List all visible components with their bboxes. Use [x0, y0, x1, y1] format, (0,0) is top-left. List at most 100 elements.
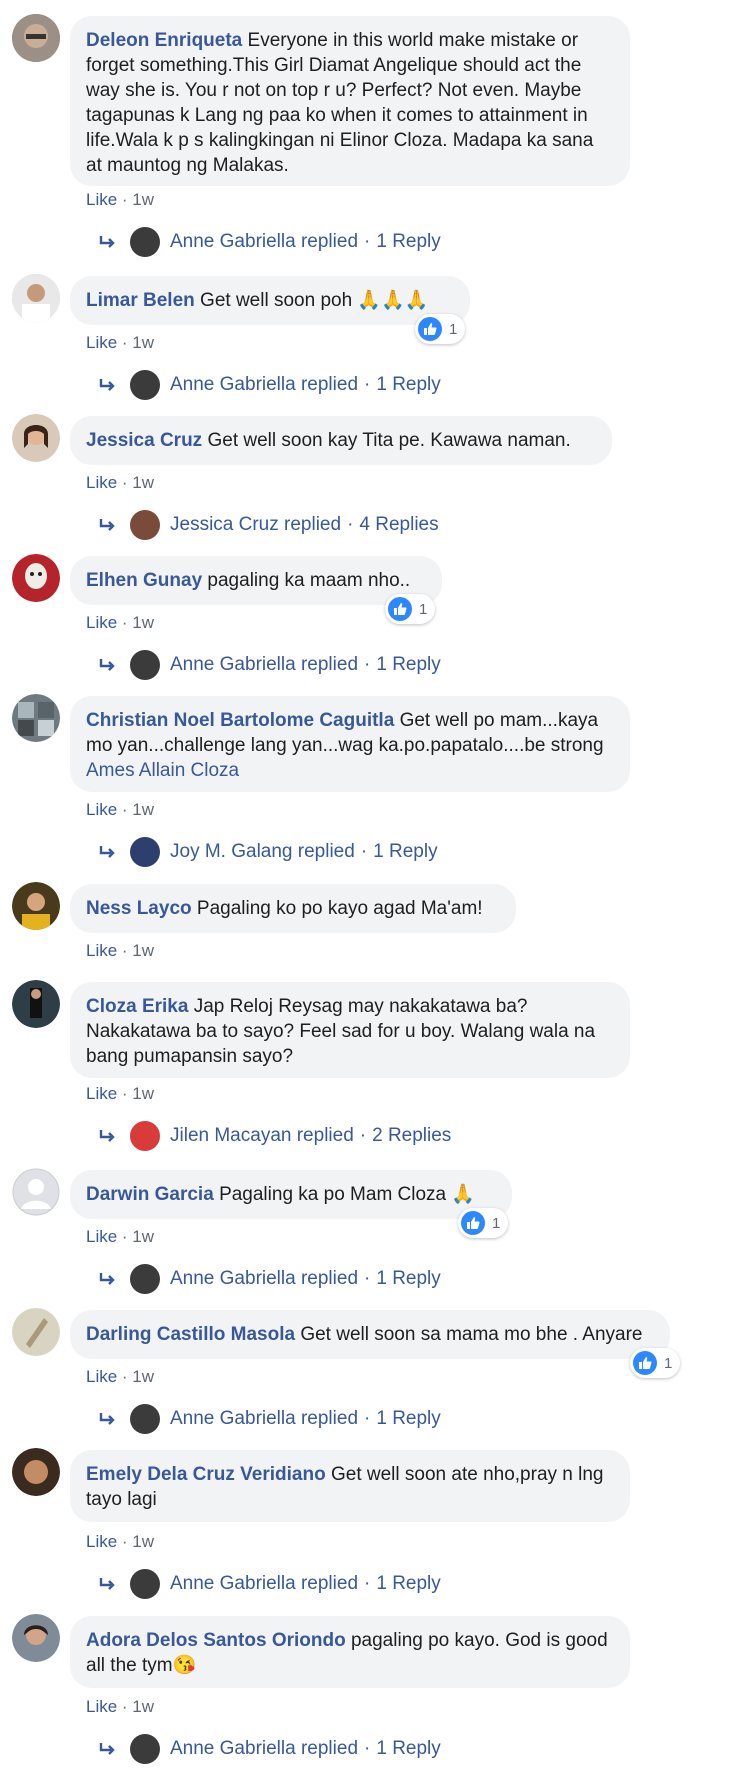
like-link[interactable]: Like — [86, 1367, 117, 1386]
reply-arrow-icon — [99, 1413, 115, 1425]
replies-link[interactable]: Anne Gabriella replied · 1 Reply — [98, 649, 441, 681]
reply-author: Anne Gabriella replied — [170, 1268, 359, 1289]
reply-count: 1 Reply — [376, 1268, 441, 1289]
reaction-badge[interactable]: 1 — [630, 1348, 681, 1378]
thumbs-up-icon — [418, 317, 442, 341]
timestamp[interactable]: 1w — [132, 800, 154, 819]
timestamp[interactable]: 1w — [132, 613, 154, 632]
reply-arrow-icon — [99, 659, 115, 671]
reply-author: Anne Gabriella replied — [170, 1408, 359, 1429]
reply-count: 1 Reply — [373, 841, 438, 862]
replies-link[interactable]: Anne Gabriella replied · 1 Reply — [98, 1403, 441, 1435]
avatar[interactable] — [12, 14, 60, 62]
comment-meta: Like · 1w — [86, 1084, 155, 1103]
thumbs-up-icon — [388, 597, 412, 621]
comment-meta: Like · 1w — [86, 1532, 155, 1551]
avatar[interactable] — [12, 1614, 60, 1662]
comment-author[interactable]: Deleon Enriqueta — [86, 30, 242, 51]
tagged-user-link[interactable]: Ames Allain Cloza — [86, 760, 239, 781]
like-link[interactable]: Like — [86, 333, 117, 352]
comment-author[interactable]: Elhen Gunay — [86, 570, 202, 591]
comment-author[interactable]: Cloza Erika — [86, 996, 188, 1017]
reaction-badge[interactable]: 1 — [385, 594, 436, 624]
timestamp[interactable]: 1w — [132, 1367, 154, 1386]
timestamp[interactable]: 1w — [132, 1532, 154, 1551]
comment-text: Pagaling ka po Mam Cloza 🙏 — [219, 1184, 476, 1205]
comment-meta: Like · 1w — [86, 333, 155, 352]
comment-author[interactable]: Jessica Cruz — [86, 430, 202, 451]
comment-author[interactable]: Emely Dela Cruz Veridiano — [86, 1464, 326, 1485]
avatar[interactable] — [12, 1308, 60, 1356]
comment-text: pagaling ka maam nho.. — [207, 570, 411, 591]
replies-link[interactable]: Anne Gabriella replied · 1 Reply — [98, 1733, 441, 1765]
reply-count: 1 Reply — [376, 1738, 441, 1759]
comment-bubble: Elhen Gunay pagaling ka maam nho.. — [70, 556, 442, 605]
reaction-badge[interactable]: 1 — [415, 314, 466, 344]
replier-avatar — [130, 1121, 160, 1151]
avatar[interactable] — [12, 414, 60, 462]
avatar[interactable] — [12, 882, 60, 930]
like-link[interactable]: Like — [86, 473, 117, 492]
like-link[interactable]: Like — [86, 1227, 117, 1246]
comment-author[interactable]: Darling Castillo Masola — [86, 1324, 295, 1345]
replies-link[interactable]: Joy M. Galang replied · 1 Reply — [98, 836, 438, 868]
replier-avatar — [130, 1569, 160, 1599]
comment-meta: Like · 1w — [86, 473, 155, 492]
avatar[interactable] — [12, 1168, 60, 1216]
comment-meta: Like · 1w — [86, 1367, 155, 1386]
comment-bubble: Christian Noel Bartolome Caguitla Get we… — [70, 696, 630, 792]
avatar[interactable] — [12, 980, 60, 1028]
timestamp[interactable]: 1w — [132, 190, 154, 209]
like-link[interactable]: Like — [86, 941, 117, 960]
replies-link[interactable]: Anne Gabriella replied · 1 Reply — [98, 226, 441, 258]
replier-avatar — [130, 227, 160, 257]
reaction-count: 1 — [492, 1214, 501, 1232]
comment-bubble: Deleon Enriqueta Everyone in this world … — [70, 16, 630, 186]
like-link[interactable]: Like — [86, 1697, 117, 1716]
replier-avatar — [130, 1404, 160, 1434]
replies-link[interactable]: Anne Gabriella replied · 1 Reply — [98, 369, 441, 401]
comment-bubble: Jessica Cruz Get well soon kay Tita pe. … — [70, 416, 612, 465]
replies-link[interactable]: Anne Gabriella replied · 1 Reply — [98, 1568, 441, 1600]
timestamp[interactable]: 1w — [132, 1227, 154, 1246]
avatar[interactable] — [12, 694, 60, 742]
comment-text: Get well soon kay Tita pe. Kawawa naman. — [207, 430, 571, 451]
reaction-badge[interactable]: 1 — [458, 1208, 509, 1238]
thumbs-up-icon — [633, 1351, 657, 1375]
timestamp[interactable]: 1w — [132, 333, 154, 352]
reply-count: 2 Replies — [372, 1125, 452, 1146]
like-link[interactable]: Like — [86, 613, 117, 632]
comment-meta: Like · 1w — [86, 941, 155, 960]
like-link[interactable]: Like — [86, 1532, 117, 1551]
timestamp[interactable]: 1w — [132, 473, 154, 492]
like-link[interactable]: Like — [86, 800, 117, 819]
replies-link[interactable]: Jessica Cruz replied · 4 Replies — [98, 509, 439, 541]
like-link[interactable]: Like — [86, 1084, 117, 1103]
replies-link[interactable]: Jilen Macayan replied · 2 Replies — [98, 1120, 451, 1152]
comment-author[interactable]: Adora Delos Santos Oriondo — [86, 1630, 346, 1651]
timestamp[interactable]: 1w — [132, 1697, 154, 1716]
reply-author: Anne Gabriella replied — [170, 231, 359, 252]
comment-author[interactable]: Ness Layco — [86, 898, 192, 919]
timestamp[interactable]: 1w — [132, 941, 154, 960]
replier-avatar — [130, 650, 160, 680]
timestamp[interactable]: 1w — [132, 1084, 154, 1103]
reply-author: Anne Gabriella replied — [170, 654, 359, 675]
comment-bubble: Emely Dela Cruz Veridiano Get well soon … — [70, 1450, 630, 1522]
reply-author: Joy M. Galang replied — [170, 841, 355, 862]
reply-count: 1 Reply — [376, 231, 441, 252]
replier-avatar — [130, 370, 160, 400]
comment-author[interactable]: Christian Noel Bartolome Caguitla — [86, 710, 394, 731]
comment-author[interactable]: Limar Belen — [86, 290, 195, 311]
comment-text: Get well soon poh 🙏🙏🙏 — [200, 290, 429, 311]
avatar[interactable] — [12, 554, 60, 602]
comment-author[interactable]: Darwin Garcia — [86, 1184, 214, 1205]
reply-arrow-icon — [99, 1578, 115, 1590]
avatar[interactable] — [12, 274, 60, 322]
reply-arrow-icon — [99, 379, 115, 391]
avatar[interactable] — [12, 1448, 60, 1496]
reply-author: Jessica Cruz replied — [170, 514, 342, 535]
reaction-count: 1 — [419, 600, 428, 618]
replies-link[interactable]: Anne Gabriella replied · 1 Reply — [98, 1263, 441, 1295]
like-link[interactable]: Like — [86, 190, 117, 209]
